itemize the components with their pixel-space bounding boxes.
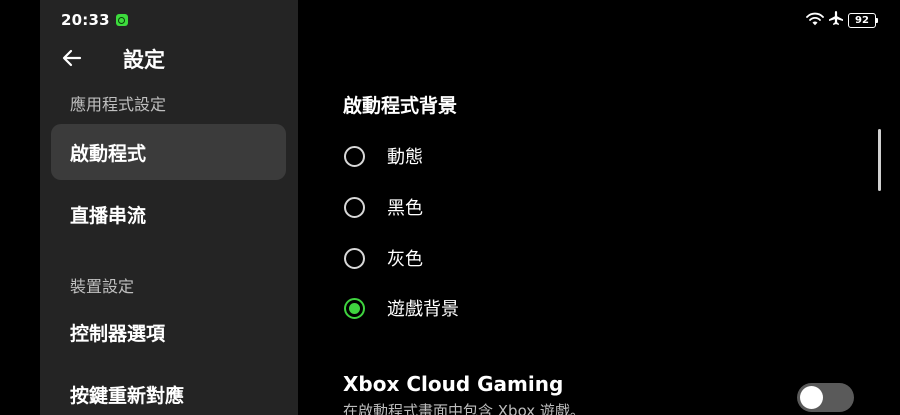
radio-option-game-background[interactable]: 遊戲背景 (344, 294, 459, 322)
app-notification-icon (115, 14, 128, 26)
radio-button[interactable] (344, 145, 365, 167)
xbox-cloud-gaming-title: Xbox Cloud Gaming (343, 372, 564, 396)
xbox-cloud-gaming-description: 在啟動程式畫面中包含 Xbox 遊戲。 (343, 402, 585, 415)
sidebar-item-launcher[interactable]: 啟動程式 (51, 124, 286, 180)
airplane-mode-icon (828, 10, 844, 30)
radio-label: 灰色 (387, 249, 423, 270)
page-title: 設定 (123, 48, 165, 72)
sidebar-item-button-remapping[interactable]: 按鍵重新對應 (51, 366, 286, 415)
radio-option-dynamic[interactable]: 動態 (344, 142, 423, 170)
radio-button[interactable] (344, 196, 365, 218)
battery-tip (876, 17, 878, 23)
arrow-left-icon (62, 49, 82, 71)
launcher-background-heading: 啟動程式背景 (343, 95, 458, 117)
status-bar-left: 20:33 (61, 10, 128, 30)
wifi-icon (806, 11, 824, 30)
radio-option-black[interactable]: 黑色 (344, 193, 423, 221)
xbox-cloud-gaming-toggle[interactable] (797, 383, 854, 412)
settings-screen: 20:33 92 設定 應用程式設定 啟動程式 直播串流 裝置設定 控制器選項 … (0, 0, 900, 415)
sidebar-item-streaming[interactable]: 直播串流 (51, 186, 286, 242)
scrollbar[interactable] (878, 129, 881, 191)
radio-label: 黑色 (387, 198, 423, 219)
radio-button[interactable] (344, 247, 365, 269)
sidebar-item-label: 直播串流 (70, 204, 147, 227)
back-button[interactable] (58, 45, 86, 75)
radio-button-selected[interactable] (344, 297, 365, 319)
radio-label: 遊戲背景 (387, 299, 459, 320)
radio-option-gray[interactable]: 灰色 (344, 244, 423, 272)
battery-level: 92 (848, 12, 876, 28)
status-time: 20:33 (61, 11, 110, 29)
toggle-knob (800, 386, 823, 409)
radio-label: 動態 (387, 147, 423, 168)
section-header-app-settings: 應用程式設定 (70, 95, 167, 114)
sidebar-item-label: 啟動程式 (70, 142, 147, 165)
sidebar-item-label: 控制器選項 (70, 322, 166, 345)
sidebar-item-label: 按鍵重新對應 (70, 384, 185, 407)
status-bar-right: 92 (806, 10, 878, 30)
section-header-device-settings: 裝置設定 (70, 277, 135, 296)
sidebar-item-controller-options[interactable]: 控制器選項 (51, 304, 286, 360)
battery-icon: 92 (848, 12, 878, 28)
